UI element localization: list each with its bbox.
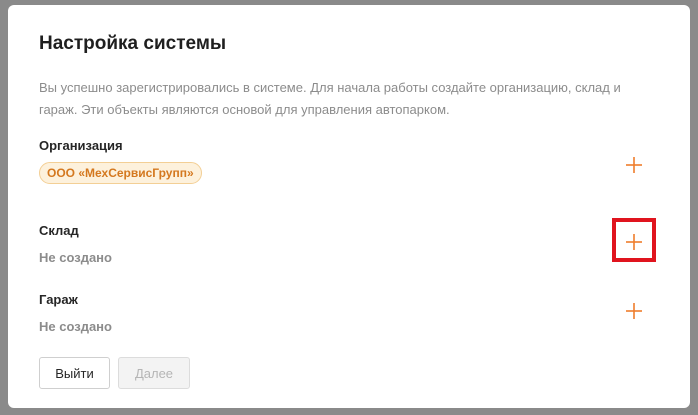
setup-dialog: Настройка системы Вы успешно зарегистрир… <box>8 5 690 408</box>
exit-button[interactable]: Выйти <box>39 357 110 389</box>
plus-icon <box>626 157 642 173</box>
dialog-description: Вы успешно зарегистрировались в системе.… <box>39 80 621 117</box>
organization-label: Организация <box>39 138 123 153</box>
organization-tag: ООО «МехСервисГрупп» <box>39 162 202 184</box>
dialog-title: Настройка системы <box>39 33 227 54</box>
plus-icon <box>626 303 642 319</box>
add-garage-button[interactable] <box>619 296 649 326</box>
warehouse-label: Склад <box>39 223 79 238</box>
next-button[interactable]: Далее <box>118 357 190 389</box>
add-organization-button[interactable] <box>619 150 649 180</box>
garage-status: Не создано <box>39 319 112 334</box>
add-warehouse-button[interactable] <box>619 227 649 257</box>
warehouse-status: Не создано <box>39 250 112 265</box>
plus-icon <box>626 234 642 250</box>
garage-label: Гараж <box>39 292 78 307</box>
